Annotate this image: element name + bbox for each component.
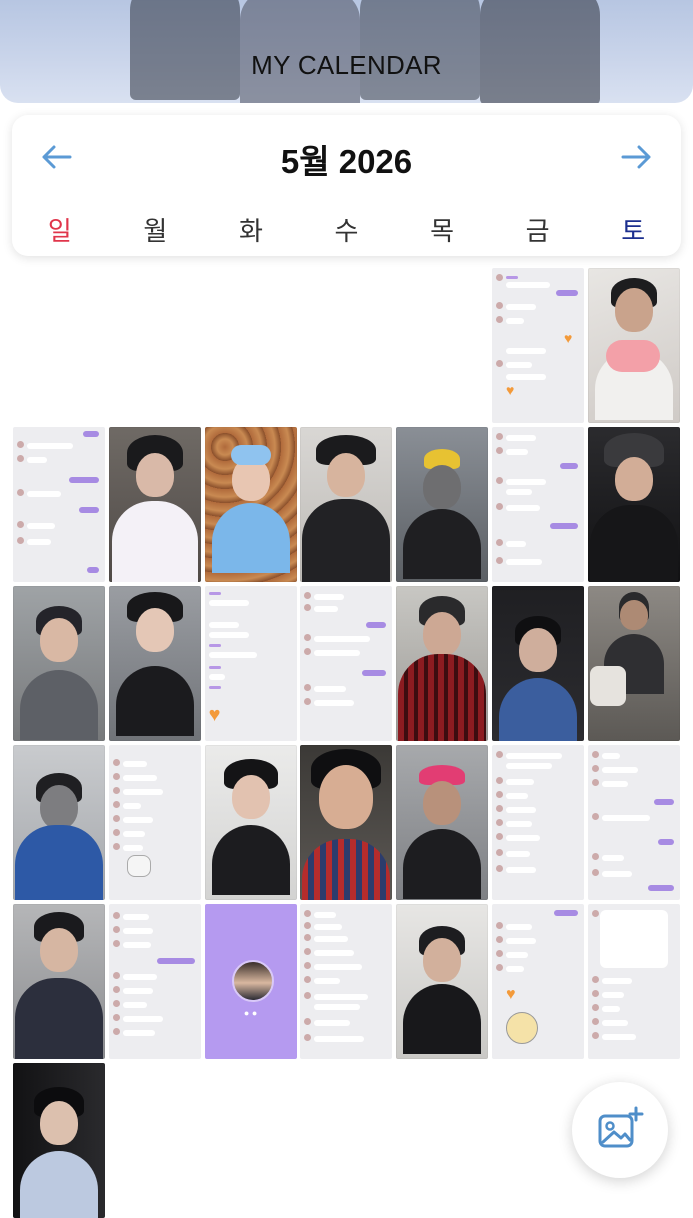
day-cell-photo[interactable] [13, 745, 105, 900]
day-cell-photo[interactable] [396, 427, 489, 582]
day-cell-chat-screenshot[interactable]: ♥ [204, 586, 297, 741]
day-cell-empty [13, 268, 105, 423]
day-cell-photo[interactable] [300, 745, 393, 900]
day-cell-chat-screenshot[interactable] [300, 586, 393, 741]
day-cell-profile-screenshot[interactable]: ● ● [204, 904, 297, 1059]
day-cell-chat-screenshot[interactable]: ♥ ♥ [491, 268, 584, 423]
month-title: 5월 2026 [280, 143, 413, 180]
day-cell-photo[interactable] [491, 586, 584, 741]
heart-icon: ♥ [563, 330, 573, 346]
day-cell-photo[interactable] [587, 586, 680, 741]
weekday-monday: 월 [143, 216, 168, 246]
arrow-right-icon [621, 145, 651, 169]
day-cell-chat-screenshot[interactable] [108, 745, 201, 900]
day-cell-photo[interactable] [108, 586, 201, 741]
day-cell-photo[interactable] [108, 427, 201, 582]
day-cell-photo[interactable] [300, 427, 393, 582]
day-cell-chat-screenshot[interactable] [108, 904, 201, 1059]
day-cell-empty [396, 268, 488, 423]
day-cell-photo[interactable] [13, 586, 105, 741]
avatar [231, 960, 274, 1002]
day-cell-empty [205, 268, 297, 423]
day-cell-chat-screenshot[interactable] [491, 427, 584, 582]
day-cell-empty [109, 268, 201, 423]
add-photo-button[interactable] [572, 1082, 668, 1178]
day-cell-photo[interactable] [204, 427, 297, 582]
day-cell-photo[interactable] [396, 586, 489, 741]
weekday-saturday: 토 [621, 216, 646, 246]
day-cell-photo[interactable] [13, 904, 105, 1059]
day-cell-empty [300, 268, 392, 423]
weekday-friday: 금 [525, 216, 550, 246]
weekday-wednesday: 수 [334, 216, 359, 246]
next-month-button[interactable] [617, 137, 657, 177]
profile-name-blur: ● ● [243, 1008, 258, 1018]
weekday-tuesday: 화 [238, 216, 263, 246]
day-cell-photo[interactable] [587, 427, 680, 582]
day-cell-photo[interactable] [587, 268, 680, 423]
weekday-sunday: 일 [47, 216, 72, 246]
calendar-grid: ♥ ♥ ♥ ● ● ♥ [13, 268, 680, 1218]
day-cell-photo[interactable] [396, 904, 489, 1059]
day-cell-photo[interactable] [204, 745, 297, 900]
day-cell-chat-screenshot[interactable] [491, 745, 584, 900]
weekday-row: 일 월 화 수 목 금 토 [12, 211, 681, 247]
day-cell-chat-screenshot[interactable] [587, 904, 680, 1059]
header-banner: MY CALENDAR [0, 0, 693, 103]
day-cell-chat-screenshot[interactable] [587, 745, 680, 900]
day-cell-photo[interactable] [13, 1063, 105, 1218]
heart-icon: ♥ [505, 986, 516, 1003]
heart-icon: ♥ [208, 704, 221, 726]
day-cell-chat-screenshot[interactable]: ♥ [491, 904, 584, 1059]
day-cell-chat-screenshot[interactable] [13, 427, 105, 582]
add-photo-icon [598, 1106, 644, 1148]
heart-icon: ♥ [505, 382, 515, 398]
page-title: MY CALENDAR [251, 50, 442, 80]
weekday-thursday: 목 [430, 216, 455, 246]
calendar-header-card: 5월 2026 일 월 화 수 목 금 토 [12, 115, 681, 256]
day-cell-chat-screenshot[interactable] [300, 904, 393, 1059]
day-cell-photo[interactable] [396, 745, 489, 900]
